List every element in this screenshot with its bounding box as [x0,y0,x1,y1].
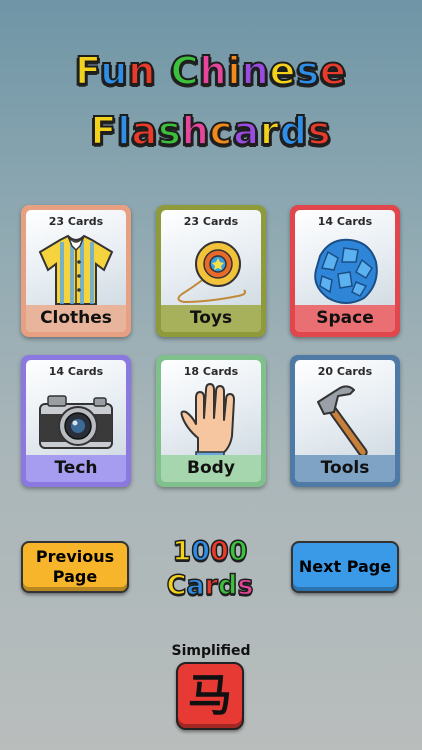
card-clothes[interactable]: 23 Cards Clothes [21,205,131,337]
yoyo-icon [161,230,261,312]
next-page-button[interactable]: Next Page [291,541,399,593]
hand-icon [161,380,261,462]
card-label: Toys [161,305,261,332]
card-total-label: Cards [166,569,254,602]
card-tools[interactable]: 20 Cards Tools [290,355,400,487]
card-count: 14 Cards [48,365,104,378]
card-body[interactable]: 18 Cards Body [156,355,266,487]
shirt-icon [26,230,126,312]
script-glyph: 马 [188,670,232,721]
card-count: 20 Cards [317,365,373,378]
card-space[interactable]: 14 Cards Space [290,205,400,337]
card-label: Body [161,455,261,482]
card-label: Space [295,305,395,332]
asteroid-icon [295,230,395,312]
camera-icon [26,380,126,462]
hammer-icon [295,380,395,462]
card-label: Tools [295,455,395,482]
card-total: 1000 Cards [145,535,275,603]
card-count: 23 Cards [183,215,239,228]
card-label: Tech [26,455,126,482]
previous-page-button[interactable]: Previous Page [21,541,129,593]
app-title-line2: Flashcards [89,109,332,153]
card-count: 23 Cards [48,215,104,228]
card-toys[interactable]: 23 Cards Toys [156,205,266,337]
script-label: Simplified [171,643,251,659]
app-title-line1: Fun Chinese [74,49,347,93]
script-toggle-button[interactable]: 马 [176,662,244,730]
card-label: Clothes [26,305,126,332]
card-total-number: 1000 [172,535,249,568]
card-count: 18 Cards [183,365,239,378]
card-tech[interactable]: 14 Cards Tech [21,355,131,487]
card-count: 14 Cards [317,215,373,228]
